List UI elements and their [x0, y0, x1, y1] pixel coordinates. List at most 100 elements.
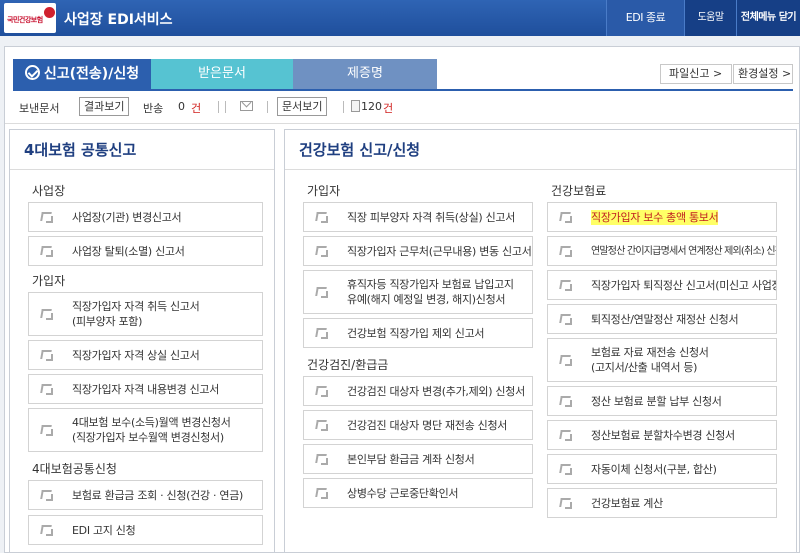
item-label: 건강검진 대상자 명단 재전송 신청서 [347, 418, 508, 432]
form-icon [316, 246, 328, 257]
form-icon [41, 384, 53, 395]
card-title: 건강보험 신고/신청 [285, 130, 796, 170]
tab-send[interactable]: 신고(전송)/신청 [13, 59, 151, 89]
settings-button[interactable]: 환경설정 > [733, 64, 793, 84]
tab-received[interactable]: 받은문서 [151, 59, 293, 89]
list-item[interactable]: 사업장(기관) 변경신고서 [28, 202, 263, 232]
form-icon [560, 314, 572, 325]
list-item[interactable]: 직장가입자 자격 상실 신고서 [28, 340, 263, 370]
doc-count[interactable]: 120 [361, 100, 382, 113]
list-item[interactable]: 건강보험 직장가입 제외 신고서 [303, 318, 533, 348]
section-checkup-refund: 건강검진/환급금 [307, 358, 389, 372]
edi-exit-button[interactable]: EDI 종료 [606, 0, 684, 36]
mail-icon[interactable] [240, 101, 253, 111]
tab-send-label: 신고(전송)/신청 [43, 66, 140, 82]
list-item[interactable]: EDI 고지 신청 [28, 515, 263, 545]
item-label: 직장가입자 퇴직정산 신고서(미신고 사업장) [591, 278, 776, 292]
list-item[interactable]: 상병수당 근로중단확인서 [303, 478, 533, 508]
file-report-button[interactable]: 파일신고 > [660, 64, 732, 84]
list-item[interactable]: 건강검진 대상자 명단 재전송 신청서 [303, 410, 533, 440]
form-icon [316, 454, 328, 465]
sent-docs-label: 보낸문서 [19, 102, 60, 115]
item-label: 직장가입자 자격 취득 신고서 (피부양자 포함) [72, 300, 200, 328]
item-label: 사업장 탈퇴(소멸) 신고서 [72, 244, 185, 258]
top-bar: 국민건강보험 사업장 EDI서비스 EDI 종료 도움말 전체메뉴 닫기 [0, 0, 800, 36]
menu-close-button[interactable]: 전체메뉴 닫기 [736, 0, 800, 36]
common-report-card: 4대보험 공통신고 사업장 사업장(기관) 변경신고서 사업장 탈퇴(소멸) 신… [9, 129, 275, 553]
form-icon [41, 490, 53, 501]
item-label: 직장가입자 보수 총액 통보서 [591, 209, 719, 225]
list-item[interactable]: 연말정산 간이지급명세서 연계정산 제외(취소) 신청 [547, 236, 777, 266]
form-icon [316, 386, 328, 397]
list-item[interactable]: 보험료 자료 재전송 신청서 (고지서/산출 내역서 등) [547, 338, 777, 382]
item-label: 직장가입자 자격 내용변경 신고서 [72, 382, 220, 396]
item-label: 휴직자등 직장가입자 보험료 납입고지 유예(해지 예정일 변경, 해지)신청서 [347, 278, 514, 306]
item-label: 정산보험료 분할차수변경 신청서 [591, 428, 735, 442]
item-label: 본인부담 환급금 계좌 신청서 [347, 452, 475, 466]
list-item[interactable]: 휴직자등 직장가입자 보험료 납입고지 유예(해지 예정일 변경, 해지)신청서 [303, 270, 533, 314]
form-icon [316, 287, 328, 298]
separator [225, 101, 226, 113]
form-icon [560, 464, 572, 475]
form-icon [41, 212, 53, 223]
list-item[interactable]: 본인부담 환급금 계좌 신청서 [303, 444, 533, 474]
logo-mark-icon [44, 7, 55, 18]
item-label: EDI 고지 신청 [72, 523, 136, 537]
list-item[interactable]: 퇴직정산/연말정산 재정산 신청서 [547, 304, 777, 334]
section-subscriber: 가입자 [32, 274, 66, 288]
nhis-logo[interactable]: 국민건강보험 [4, 3, 56, 33]
form-icon [41, 246, 53, 257]
divider [5, 123, 799, 124]
item-label: 직장가입자 근무처(근무내용) 변동 신고서 [347, 244, 532, 258]
form-icon [316, 488, 328, 499]
list-item[interactable]: 자동이체 신청서(구분, 합산) [547, 454, 777, 484]
item-label: 상병수당 근로중단확인서 [347, 486, 459, 500]
item-label: 사업장(기관) 변경신고서 [72, 210, 182, 224]
doc-view-button[interactable]: 문서보기 [277, 97, 328, 116]
form-icon [41, 525, 53, 536]
form-icon [560, 396, 572, 407]
form-icon [560, 355, 572, 366]
list-item[interactable]: 직장가입자 자격 취득 신고서 (피부양자 포함) [28, 292, 263, 336]
item-label: 보험료 환급금 조회 · 신청(건강 · 연금) [72, 488, 244, 502]
list-item[interactable]: 건강보험료 계산 [547, 488, 777, 518]
list-item[interactable]: 직장가입자 퇴직정산 신고서(미신고 사업장) [547, 270, 777, 300]
item-label: 자동이체 신청서(구분, 합산) [591, 462, 717, 476]
item-label: 보험료 자료 재전송 신청서 (고지서/산출 내역서 등) [591, 346, 709, 374]
doc-unit: 건 [383, 102, 394, 115]
list-item[interactable]: 정산 보험료 분할 납부 신청서 [547, 386, 777, 416]
help-button[interactable]: 도움말 [684, 0, 736, 36]
card-title: 4대보험 공통신고 [10, 130, 274, 170]
result-view-button[interactable]: 결과보기 [79, 97, 130, 116]
list-item[interactable]: 정산보험료 분할차수변경 신청서 [547, 420, 777, 450]
list-item[interactable]: 직장가입자 자격 내용변경 신고서 [28, 374, 263, 404]
list-item[interactable]: 직장가입자 근무처(근무내용) 변동 신고서 [303, 236, 533, 266]
list-item[interactable]: 4대보험 보수(소득)월액 변경신청서 (직장가입자 보수월액 변경신청서) [28, 408, 263, 452]
form-icon [560, 246, 572, 257]
form-icon [316, 420, 328, 431]
item-label: 건강보험료 계산 [591, 496, 663, 510]
list-item[interactable]: 직장 피부양자 자격 취득(상실) 신고서 [303, 202, 533, 232]
list-item[interactable]: 직장가입자 보수 총액 통보서 [547, 202, 777, 232]
item-label: 4대보험 보수(소득)월액 변경신청서 (직장가입자 보수월액 변경신청서) [72, 416, 231, 444]
logo-text: 국민건강보험 [7, 16, 43, 24]
app-title: 사업장 EDI서비스 [64, 12, 173, 28]
returned-label: 반송 [143, 102, 164, 115]
separator [218, 101, 219, 113]
status-row: 보낸문서 결과보기 반송 0 건 문서보기 120 건 [13, 95, 793, 119]
section-common-apply: 4대보험공통신청 [32, 462, 117, 476]
section-premium: 건강보험료 [551, 184, 607, 198]
health-report-card: 건강보험 신고/신청 가입자 직장 피부양자 자격 취득(상실) 신고서 직장가… [284, 129, 797, 553]
returned-count[interactable]: 0 [178, 100, 185, 113]
item-label: 퇴직정산/연말정산 재정산 신청서 [591, 312, 739, 326]
main-panel: 신고(전송)/신청 받은문서 제증명 파일신고 > 환경설정 > 보낸문서 결과… [4, 46, 800, 553]
list-item[interactable]: 건강검진 대상자 변경(추가,제외) 신청서 [303, 376, 533, 406]
form-icon [560, 430, 572, 441]
tab-certificate[interactable]: 제증명 [293, 59, 437, 89]
item-label: 건강검진 대상자 변경(추가,제외) 신청서 [347, 384, 525, 398]
section-workplace: 사업장 [32, 184, 66, 198]
form-icon [41, 425, 53, 436]
tab-underline [13, 89, 793, 91]
list-item[interactable]: 사업장 탈퇴(소멸) 신고서 [28, 236, 263, 266]
list-item[interactable]: 보험료 환급금 조회 · 신청(건강 · 연금) [28, 480, 263, 510]
